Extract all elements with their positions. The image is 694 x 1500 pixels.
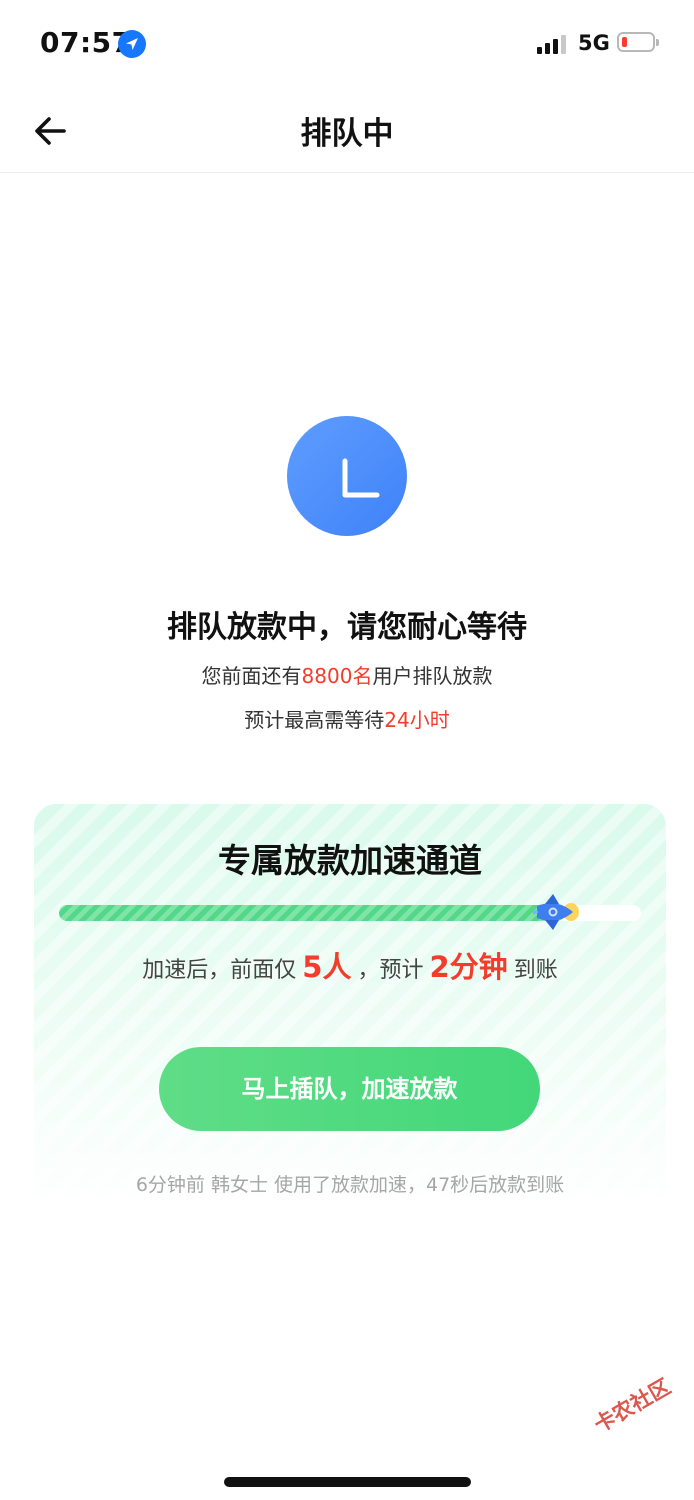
home-indicator[interactable] — [224, 1477, 471, 1487]
location-arrow-icon — [118, 30, 146, 58]
status-bar: 07:57 5G — [0, 0, 694, 90]
boost-recent-activity: 6分钟前 韩女士 使用了放款加速，47秒后放款到账 — [135, 1174, 565, 1196]
page-title: 排队中 — [300, 116, 394, 152]
boost-eta: 2分钟 — [429, 950, 508, 984]
rocket-icon — [531, 892, 587, 932]
boost-queue-count: 5人 — [302, 950, 352, 984]
boost-description: 加速后，前面仅 5人 ，预计 2分钟 到账 — [142, 950, 558, 984]
signal-strength-icon — [537, 34, 569, 54]
boost-progress-fill — [59, 905, 565, 921]
queue-count: 8800名 — [301, 664, 373, 688]
queue-wait-time: 24小时 — [384, 708, 450, 732]
community-watermark-logo: 卡农社区 — [590, 1374, 675, 1438]
battery-icon — [617, 32, 659, 52]
queue-wait-text: 预计最高需等待24小时 — [244, 708, 450, 732]
queue-position-text: 您前面还有8800名用户排队放款 — [201, 664, 493, 688]
boost-card-title: 专属放款加速通道 — [218, 841, 482, 880]
network-type: 5G — [578, 31, 610, 55]
queue-title: 排队放款中，请您耐心等待 — [167, 610, 527, 645]
boost-cta-button[interactable]: 马上插队，加速放款 — [159, 1047, 540, 1131]
clock-icon — [287, 416, 407, 536]
navigation-bar: 排队中 — [0, 90, 694, 173]
boost-card: 专属放款加速通道 加速后，前面仅 5人 ，预计 2分钟 到账 马上插队，加速放款 6分钟… — [34, 804, 666, 1214]
